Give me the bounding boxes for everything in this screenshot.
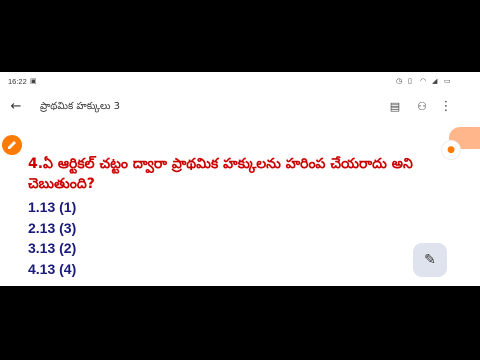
question-text: 4.ఏ ఆర్టికల్ చట్టం ద్వారా ప్రాథమిక హక్కు… [28,156,413,192]
document-title: ప్రాథమిక హక్కులు 3 [40,101,121,112]
phone-screen: 16:22 ▣ ◷ ▯ ◠ ◢ ▭ ← ప్రాథమిక హక్కులు 3 ▤… [0,72,480,286]
option-1: 1.13 (1) [28,199,77,215]
option-3: 3.13 (2) [28,240,77,256]
cellular-icon: ◢ [432,77,438,85]
pen-badge-icon[interactable] [2,135,22,155]
comment-icon[interactable]: ▤ [387,99,403,115]
account-icon[interactable]: ⚇ [414,99,430,115]
pencil-glyph-icon [8,141,16,149]
status-time: 16:22 [8,77,27,86]
app-bar: ← ప్రాథమిక హక్కులు 3 ▤ ⚇ ⋮ [0,92,480,122]
battery-icon: ▭ [444,77,451,85]
option-2: 2.13 (3) [28,220,77,236]
option-4: 4.13 (4) [28,261,77,277]
pencil-icon: ✎ [424,252,436,268]
camera-icon: ▣ [30,77,37,85]
wifi-icon: ◠ [420,77,427,85]
vibrate-icon: ▯ [408,77,412,85]
floating-bubble-icon[interactable]: ● [441,140,461,160]
more-vert-icon[interactable]: ⋮ [438,99,454,115]
edit-fab-button[interactable]: ✎ [413,243,447,277]
status-bar: 16:22 ▣ ◷ ▯ ◠ ◢ ▭ [0,72,480,92]
back-arrow-icon[interactable]: ← [8,99,24,115]
alarm-icon: ◷ [396,77,403,85]
